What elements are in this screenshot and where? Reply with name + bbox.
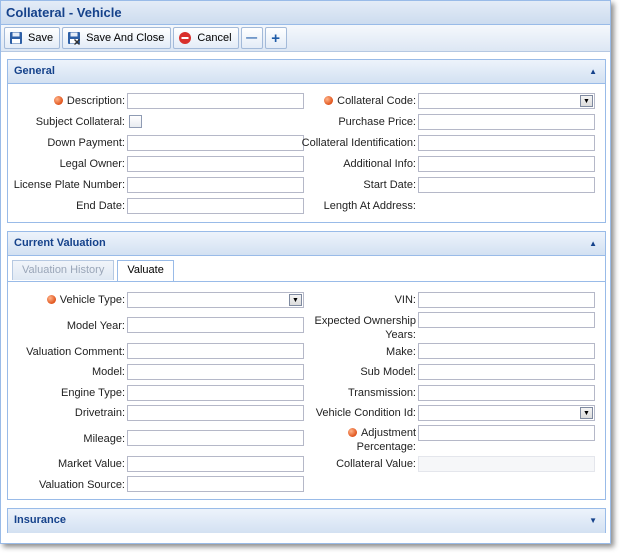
additional-info-input[interactable]	[418, 156, 595, 172]
collateral-code-select[interactable]: ▼	[418, 93, 595, 109]
purchase-price-input[interactable]	[418, 114, 595, 130]
drivetrain-input[interactable]	[127, 405, 304, 421]
collateral-identification-input[interactable]	[418, 135, 595, 151]
drivetrain-label: Drivetrain:	[74, 407, 125, 419]
valuation-source-label: Valuation Source:	[38, 479, 125, 491]
vin-label: VIN:	[394, 294, 416, 306]
vehicle-condition-id-label: Vehicle Condition Id:	[315, 407, 416, 419]
license-plate-number-label: License Plate Number:	[13, 179, 125, 191]
transmission-label: Transmission:	[347, 387, 416, 399]
floppy-disk-close-icon	[67, 31, 81, 45]
make-input[interactable]	[418, 343, 595, 359]
additional-info-label: Additional Info:	[343, 158, 416, 170]
valuation-comment-input[interactable]	[127, 343, 304, 359]
vehicle-type-select[interactable]: ▼	[127, 292, 304, 308]
length-at-address-label: Length At Address:	[323, 200, 416, 212]
general-panel-header[interactable]: General ▲	[8, 60, 605, 84]
subject-collateral-label: Subject Collateral:	[35, 116, 125, 128]
start-date-input[interactable]	[418, 177, 595, 193]
collateral-value-field	[418, 456, 595, 472]
required-dot-icon	[324, 96, 334, 105]
general-panel-title: General	[14, 65, 55, 77]
required-dot-icon	[53, 96, 63, 105]
general-panel: General ▲ Description: Collateral Code: …	[7, 59, 606, 223]
make-label: Make:	[386, 346, 416, 358]
minus-icon: —	[246, 32, 258, 44]
engine-type-label: Engine Type:	[60, 387, 125, 399]
tab-valuation-history[interactable]: Valuation History	[12, 260, 115, 280]
collateral-identification-label: Collateral Identification:	[301, 137, 416, 149]
description-input[interactable]	[127, 93, 304, 109]
valuation-comment-label: Valuation Comment:	[26, 346, 125, 358]
current-valuation-panel: Current Valuation ▲ Valuation History Va…	[7, 231, 606, 500]
triangle-up-icon[interactable]: ▲	[589, 60, 597, 83]
mileage-label: Mileage:	[83, 433, 125, 445]
mileage-input[interactable]	[127, 430, 304, 446]
adjustment-percentage-input[interactable]	[418, 425, 595, 441]
valuation-source-input[interactable]	[127, 476, 304, 492]
current-valuation-panel-header[interactable]: Current Valuation ▲	[8, 232, 605, 256]
current-valuation-panel-title: Current Valuation	[14, 237, 106, 249]
plus-icon: +	[271, 29, 280, 47]
legal-owner-input[interactable]	[127, 156, 304, 172]
vehicle-type-label: Vehicle Type:	[8, 293, 125, 307]
end-date-label: End Date:	[76, 200, 125, 212]
model-label: Model:	[91, 366, 125, 378]
floppy-disk-icon	[9, 31, 23, 45]
sub-model-label: Sub Model:	[360, 366, 416, 378]
down-payment-label: Down Payment:	[47, 137, 125, 149]
cancel-icon	[178, 31, 192, 45]
purchase-price-label: Purchase Price:	[338, 116, 416, 128]
toolbar: Save Save And Close Cancel — +	[1, 25, 610, 52]
down-payment-input[interactable]	[127, 135, 304, 151]
save-and-close-button[interactable]: Save And Close	[62, 27, 172, 49]
start-date-label: Start Date:	[363, 179, 416, 191]
required-dot-icon	[46, 295, 56, 304]
insurance-panel-title: Insurance	[14, 514, 66, 526]
vehicle-condition-id-select[interactable]: ▼	[418, 405, 595, 421]
insurance-panel-header[interactable]: Insurance ▼	[8, 509, 605, 533]
license-plate-number-input[interactable]	[127, 177, 304, 193]
required-dot-icon	[347, 428, 357, 437]
expected-ownership-years-label: Expected Ownership Years:	[314, 315, 417, 341]
collateral-value-label: Collateral Value:	[336, 458, 416, 470]
market-value-input[interactable]	[127, 456, 304, 472]
model-input[interactable]	[127, 364, 304, 380]
tab-valuate[interactable]: Valuate	[117, 260, 174, 281]
sub-model-input[interactable]	[418, 364, 595, 380]
triangle-up-icon[interactable]: ▲	[589, 232, 597, 255]
expand-all-button[interactable]: +	[264, 27, 287, 49]
save-button-label: Save	[28, 32, 54, 44]
dropdown-arrow-icon[interactable]: ▼	[289, 294, 302, 306]
triangle-down-icon[interactable]: ▼	[589, 509, 597, 532]
save-button[interactable]: Save	[4, 27, 61, 49]
collateral-code-label: Collateral Code:	[306, 94, 416, 108]
engine-type-input[interactable]	[127, 385, 304, 401]
end-date-input[interactable]	[127, 198, 304, 214]
cancel-button[interactable]: Cancel	[173, 27, 239, 49]
model-year-label: Model Year:	[66, 320, 125, 332]
collapse-all-button[interactable]: —	[240, 27, 263, 49]
cancel-button-label: Cancel	[197, 32, 232, 44]
legal-owner-label: Legal Owner:	[59, 158, 125, 170]
valuation-tabs: Valuation History Valuate	[12, 260, 174, 282]
model-year-input[interactable]	[127, 317, 304, 333]
vin-input[interactable]	[418, 292, 595, 308]
dropdown-arrow-icon[interactable]: ▼	[580, 95, 593, 107]
transmission-input[interactable]	[418, 385, 595, 401]
adjustment-percentage-label: Adjustment Percentage:	[306, 426, 416, 454]
subject-collateral-checkbox[interactable]	[129, 115, 142, 128]
save-and-close-button-label: Save And Close	[86, 32, 165, 44]
window-title: Collateral - Vehicle	[1, 1, 610, 25]
market-value-label: Market Value:	[57, 458, 125, 470]
collateral-vehicle-window: Collateral - Vehicle Save Save And Close…	[0, 0, 611, 544]
description-label: Description:	[8, 94, 125, 108]
expected-ownership-years-input[interactable]	[418, 312, 595, 328]
dropdown-arrow-icon[interactable]: ▼	[580, 407, 593, 419]
insurance-panel: Insurance ▼	[7, 508, 606, 533]
